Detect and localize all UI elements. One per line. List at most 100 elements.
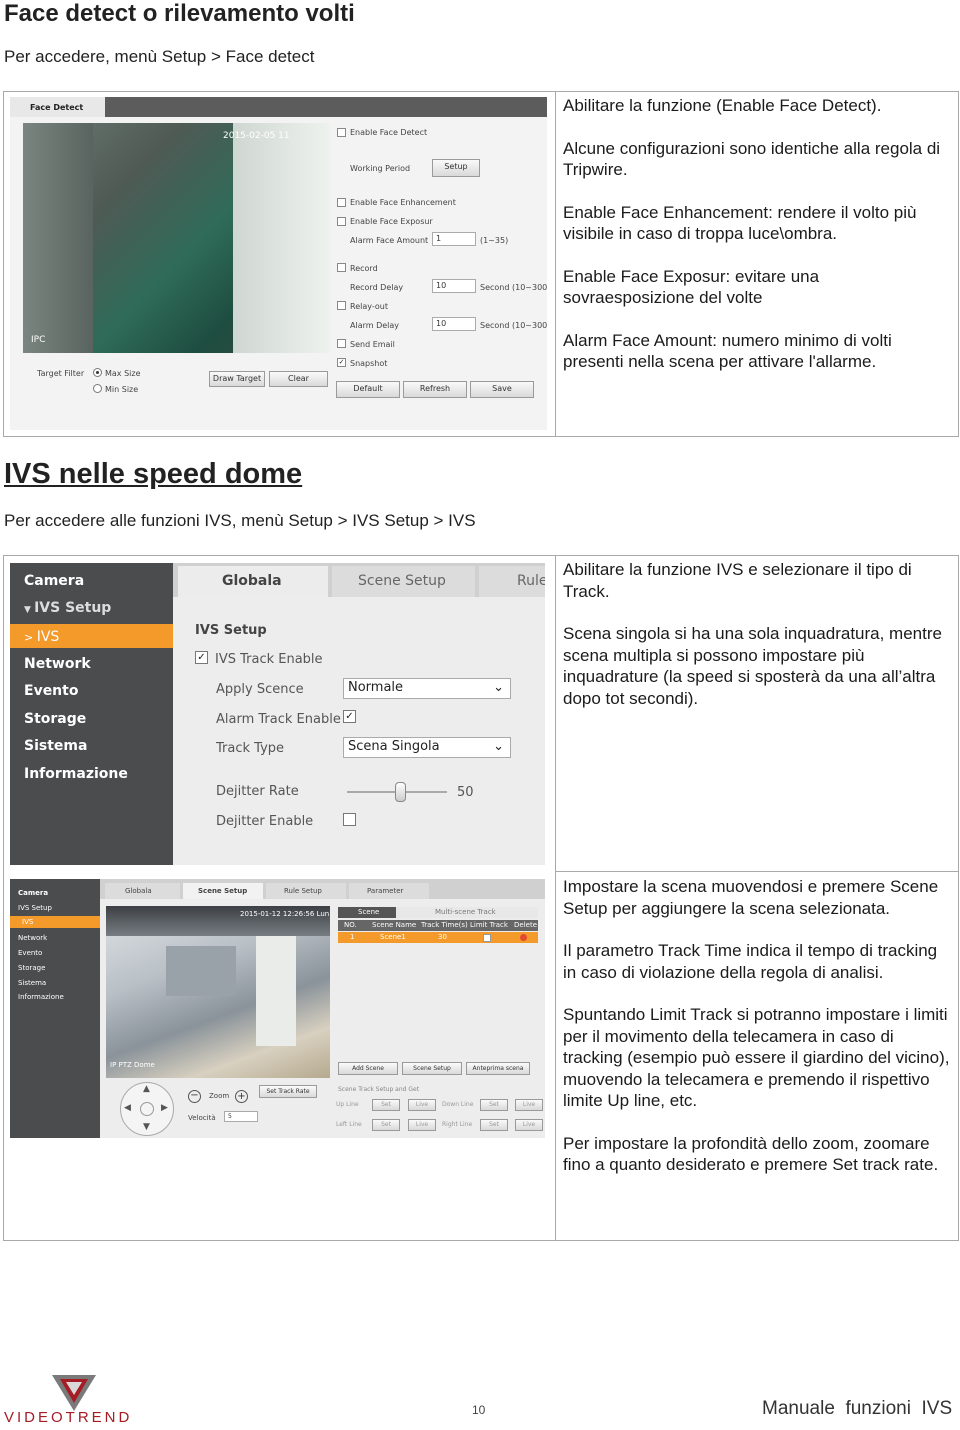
nav2-ivs-setup[interactable]: IVS Setup	[18, 904, 52, 912]
send-email-checkbox[interactable]	[337, 339, 346, 348]
ivs-track-enable-checkbox[interactable]: ✓	[195, 651, 208, 664]
nav2-ivs-active[interactable]: IVS	[10, 916, 100, 928]
multi-scene-track-tab[interactable]: Multi-scene Track	[435, 908, 496, 916]
add-scene-button[interactable]: Add Scene	[338, 1062, 398, 1075]
anteprima-scena-button[interactable]: Anteprima scena	[466, 1062, 530, 1075]
nav-ivs[interactable]: > IVS	[24, 629, 59, 645]
down-line-set-button[interactable]: Set	[480, 1099, 508, 1111]
alarm-track-enable-label: Alarm Track Enable	[216, 712, 341, 727]
relay-out-checkbox[interactable]	[337, 301, 346, 310]
setup-button[interactable]: Setup	[432, 159, 480, 177]
up-line-set-button[interactable]: Set	[372, 1099, 400, 1111]
video-shape	[166, 946, 236, 996]
snapshot-checkbox[interactable]: ✓	[337, 358, 346, 367]
ivs-description-1: Abilitare la funzione IVS e selezionare …	[563, 559, 948, 730]
down-line-live-button[interactable]: Live	[515, 1099, 543, 1111]
dejitter-enable-label: Dejitter Enable	[216, 814, 314, 829]
right-line-set-button[interactable]: Set	[480, 1119, 508, 1131]
up-line-live-button[interactable]: Live	[408, 1099, 436, 1111]
clear-button[interactable]: Clear	[269, 371, 328, 387]
face-detect-screenshot: Face Detect 2015-02-05 11 IPC Target Fil…	[10, 97, 547, 430]
nav-sistema[interactable]: Sistema	[24, 738, 87, 754]
dejitter-rate-slider[interactable]	[395, 782, 406, 802]
velocita-select[interactable]: 5	[224, 1111, 258, 1122]
ivs-setup-screenshot: Camera ▼ IVS Setup > IVS Network Evento …	[10, 563, 545, 865]
max-size-radio[interactable]	[93, 368, 102, 377]
record-delay-unit: Second (10~300)	[480, 283, 547, 292]
arrow-down-icon[interactable]: ▼	[143, 1122, 150, 1132]
apply-scence-select[interactable]: Normale ⌄	[343, 678, 511, 699]
track-type-select[interactable]: Scena Singola ⌄	[343, 737, 511, 758]
enable-face-detect-checkbox[interactable]	[337, 128, 346, 137]
nav2-network[interactable]: Network	[18, 934, 47, 942]
track-type-label: Track Type	[216, 741, 285, 756]
dejitter-enable-checkbox[interactable]	[343, 813, 356, 826]
refresh-button[interactable]: Refresh	[403, 381, 467, 398]
tab2-scene-setup-label: Scene Setup	[198, 887, 248, 895]
row-scene-name: Scene1	[380, 933, 406, 941]
zoom-in-icon[interactable]: +	[235, 1090, 248, 1103]
nav2-evento[interactable]: Evento	[18, 949, 42, 957]
col-limit-track: Limit Track	[470, 921, 508, 929]
tab-globala-label: Globala	[222, 573, 282, 589]
enable-face-exposur-label: Enable Face Exposur	[350, 217, 433, 226]
desc-line: Abilitare la funzione IVS e selezionare …	[563, 560, 912, 601]
ptz-direction-pad[interactable]: ▲ ▼ ◀ ▶	[120, 1082, 174, 1136]
right-line-label: Right Line	[442, 1121, 473, 1128]
draw-target-button[interactable]: Draw Target	[209, 371, 265, 387]
left-line-live-button[interactable]: Live	[408, 1119, 436, 1131]
enable-face-exposur-checkbox[interactable]	[337, 217, 346, 226]
limit-track-checkbox[interactable]	[483, 934, 491, 942]
tab2-globala[interactable]: Globala	[105, 883, 180, 899]
record-delay-input[interactable]: 10	[432, 279, 476, 293]
center-icon[interactable]	[140, 1102, 154, 1116]
table-row-divider	[555, 871, 958, 872]
nav-network[interactable]: Network	[24, 656, 91, 672]
nav2-informazione[interactable]: Informazione	[18, 993, 64, 1001]
nav-informazione[interactable]: Informazione	[24, 766, 128, 782]
tab-globala[interactable]: Globala	[178, 566, 328, 597]
enable-face-enhancement-checkbox[interactable]	[337, 198, 346, 207]
nav2-sistema[interactable]: Sistema	[18, 979, 46, 987]
tab2-scene-setup[interactable]: Scene Setup	[183, 883, 263, 899]
nav-camera[interactable]: Camera	[24, 573, 84, 589]
tab2-globala-label: Globala	[125, 887, 152, 895]
desc-line: Alarm Face Amount: numero minimo di volt…	[563, 330, 892, 372]
zoom-out-icon[interactable]: −	[188, 1090, 201, 1103]
arrow-up-icon[interactable]: ▲	[143, 1084, 150, 1094]
tab2-rule-setup[interactable]: Rule Setup	[266, 883, 346, 899]
right-line-live-button[interactable]: Live	[515, 1119, 543, 1131]
nav-evento[interactable]: Evento	[24, 683, 78, 699]
tab2-parameter[interactable]: Parameter	[349, 883, 429, 899]
alarm-face-amount-input[interactable]: 1	[432, 232, 476, 246]
desc-line: Spuntando Limit Track si potranno impost…	[563, 1005, 950, 1110]
alarm-delay-input[interactable]: 10	[432, 317, 476, 331]
min-size-radio[interactable]	[93, 384, 102, 393]
max-size-label: Max Size	[105, 369, 141, 378]
scene-subtab[interactable]: Scene	[338, 907, 396, 918]
nav2-camera[interactable]: Camera	[18, 889, 48, 897]
table-divider	[555, 91, 556, 436]
left-line-set-button[interactable]: Set	[372, 1119, 400, 1131]
default-button[interactable]: Default	[336, 381, 400, 398]
tab2-rule-setup-label: Rule Setup	[284, 887, 322, 895]
tab-scene-setup[interactable]: Scene Setup	[332, 566, 475, 597]
set-track-rate-button[interactable]: Set Track Rate	[259, 1085, 317, 1098]
nav2-storage[interactable]: Storage	[18, 964, 45, 972]
arrow-right-icon[interactable]: ▶	[161, 1103, 168, 1113]
tab-rule[interactable]: Rule	[479, 566, 545, 597]
nav-storage[interactable]: Storage	[24, 711, 86, 727]
alarm-track-enable-checkbox[interactable]: ✓	[343, 710, 356, 723]
arrow-left-icon[interactable]: ◀	[124, 1103, 131, 1113]
velocita-label: Velocità	[188, 1114, 216, 1122]
save-button[interactable]: Save	[470, 381, 534, 398]
nav-ivs-setup[interactable]: ▼ IVS Setup	[24, 600, 111, 616]
tab-rule-label: Rule	[517, 573, 545, 589]
left-line-label: Left Line	[336, 1121, 362, 1128]
track-type-value: Scena Singola	[348, 739, 440, 754]
scene-setup-button[interactable]: Scene Setup	[402, 1062, 462, 1075]
desc-line: Il parametro Track Time indica il tempo …	[563, 941, 938, 982]
record-checkbox[interactable]	[337, 263, 346, 272]
desc-line: Enable Face Enhancement: rendere il volt…	[563, 202, 917, 244]
delete-icon[interactable]	[520, 934, 527, 941]
